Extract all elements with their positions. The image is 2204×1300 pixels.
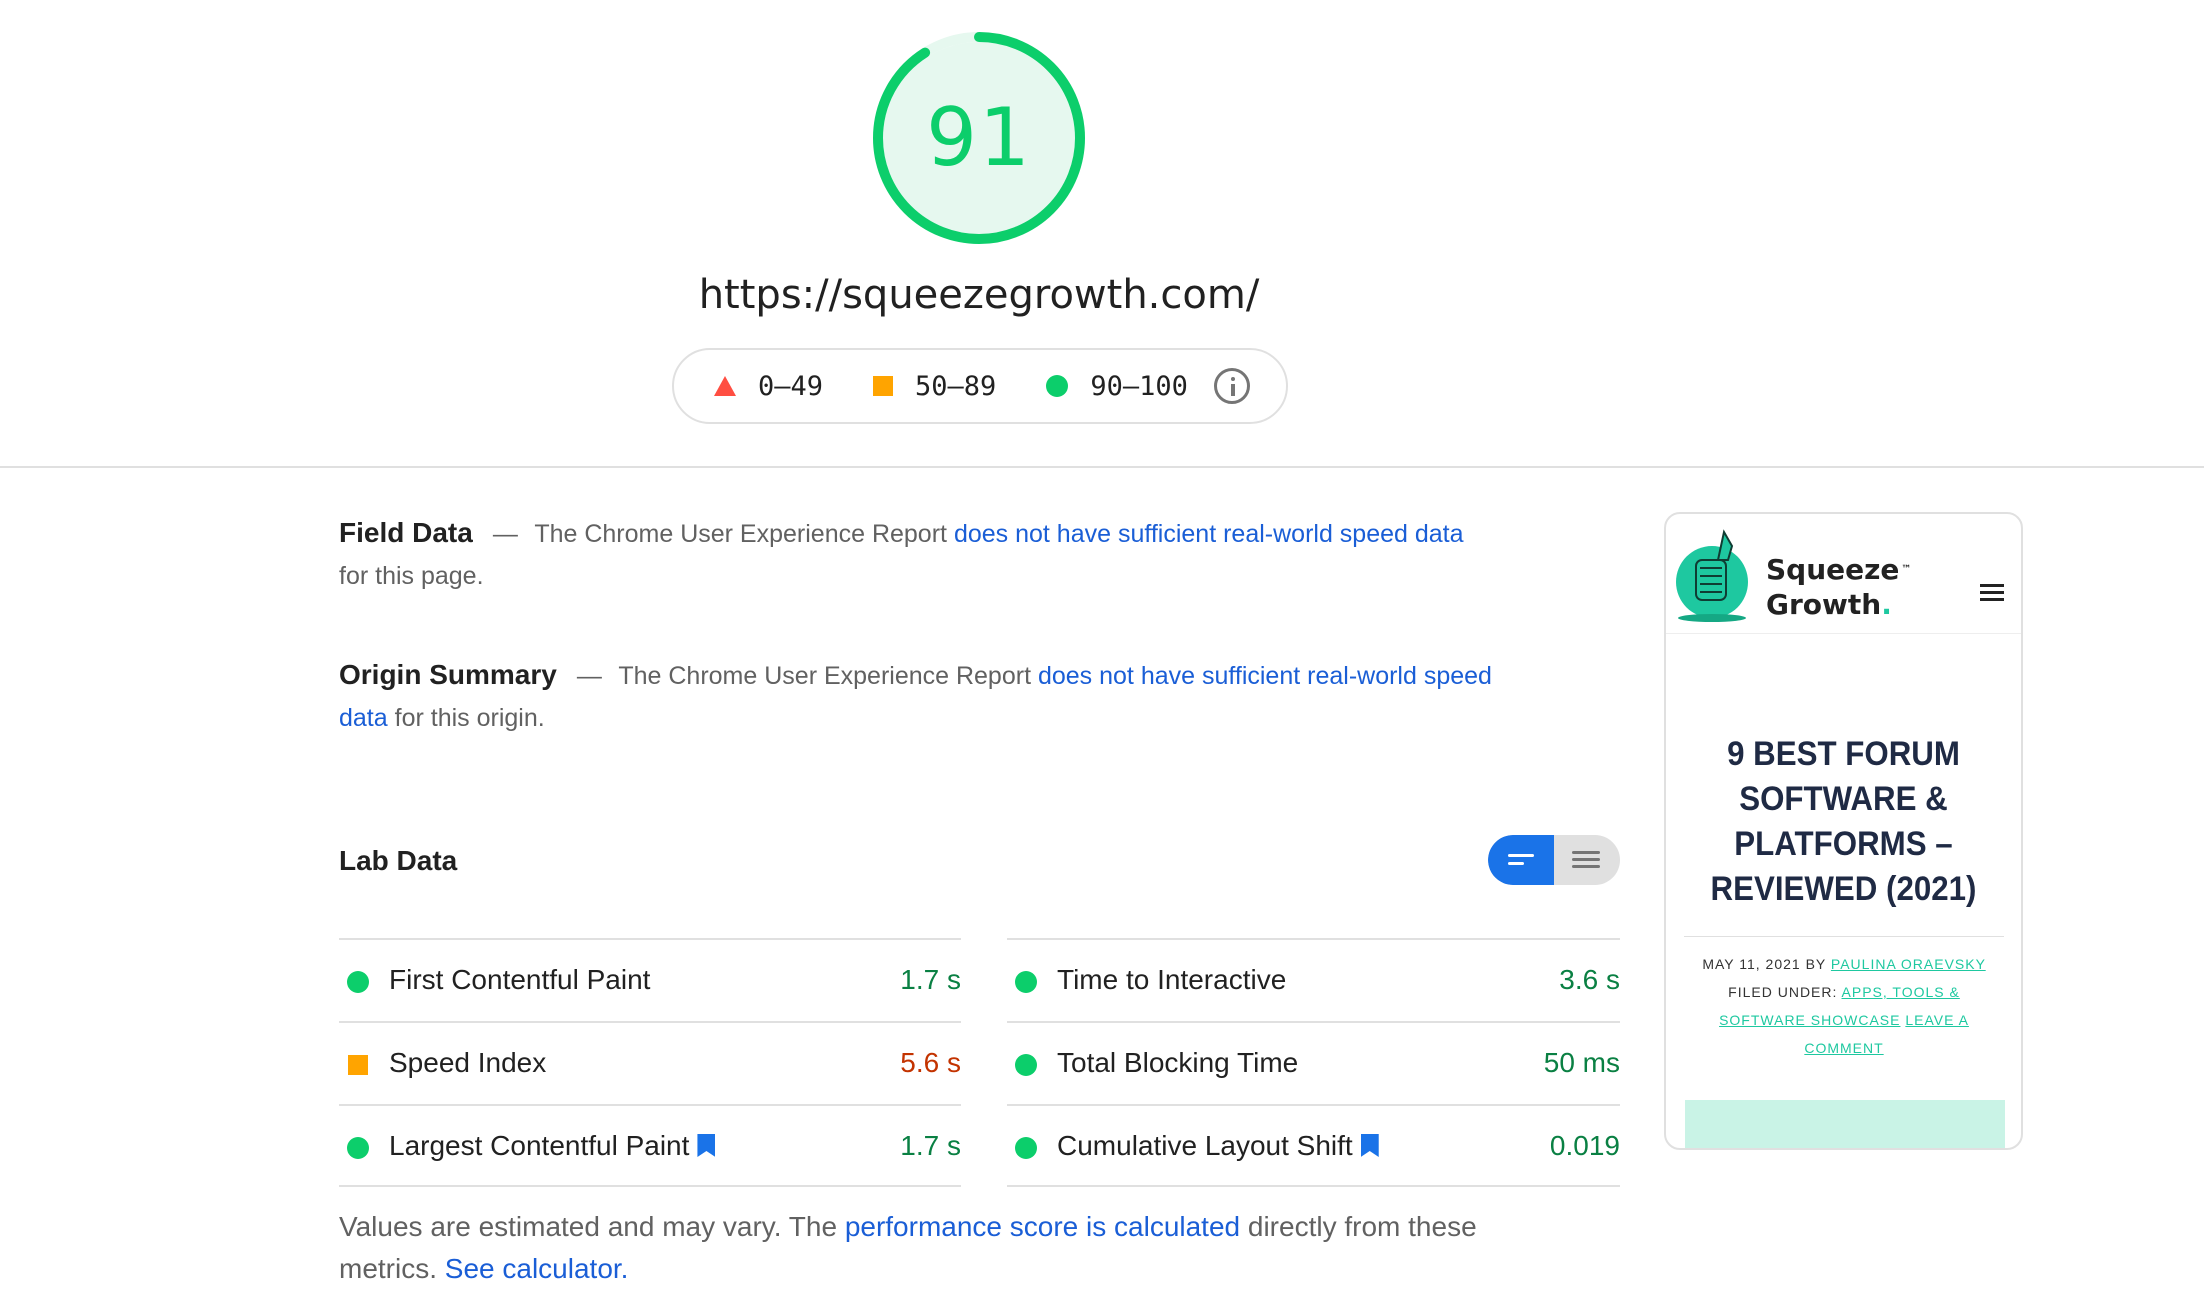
meta-divider (1684, 936, 2004, 937)
performance-score-link[interactable]: performance score is calculated (845, 1211, 1240, 1242)
header-divider (0, 466, 2204, 468)
meta-filed: FILED UNDER: (1728, 984, 1838, 1000)
score-scale-legend: 0–49 50–89 90–100 (672, 348, 1288, 424)
origin-summary-title: Origin Summary (339, 659, 557, 690)
field-data-title: Field Data (339, 517, 473, 548)
metric-label-wrap: Largest Contentful Paint (389, 1106, 716, 1185)
field-data-section: Field Data — The Chrome User Experience R… (339, 512, 1499, 597)
metric-first-contentful-paint: First Contentful Paint 1.7 s (339, 938, 961, 1021)
compact-view-icon-bar (1508, 862, 1524, 865)
pass-circle-icon (1015, 1137, 1037, 1159)
metric-total-blocking-time: Total Blocking Time 50 ms (1007, 1021, 1620, 1104)
metric-value: 1.7 s (900, 964, 961, 995)
performance-score-gauge: 91 (869, 28, 1089, 248)
brand-dot: . (1881, 588, 1892, 621)
metric-label: Total Blocking Time (1057, 1047, 1299, 1078)
metrics-right-column: Time to Interactive 3.6 s Total Blocking… (1007, 938, 1620, 1187)
site-brand: Squeeze ™ Growth. (1766, 552, 1911, 622)
origin-summary-text: The Chrome User Experience Report (618, 662, 1032, 690)
metric-speed-index: Speed Index 5.6 s (339, 1021, 961, 1104)
field-data-dash: — (492, 520, 518, 548)
square-icon (873, 376, 894, 396)
tested-url: https://squeezegrowth.com/ (698, 272, 1260, 318)
metric-label: Time to Interactive (1057, 964, 1287, 995)
triangle-icon (714, 376, 736, 396)
post-meta: MAY 11, 2021 BY PAULINA ORAEVSKY FILED U… (1686, 950, 2002, 1062)
origin-summary-section: Origin Summary — The Chrome User Experien… (339, 654, 1499, 739)
metric-value: 3.6 s (1559, 964, 1620, 995)
info-icon[interactable] (1213, 368, 1250, 404)
metric-time-to-interactive: Time to Interactive 3.6 s (1007, 938, 1620, 1021)
pass-circle-icon (1015, 1054, 1037, 1076)
see-calculator-link[interactable]: See calculator. (445, 1253, 629, 1284)
metric-label: Cumulative Layout Shift (1057, 1130, 1353, 1161)
metric-value: 0.019 (1549, 1130, 1620, 1161)
average-square-icon (348, 1055, 368, 1075)
pass-circle-icon (347, 971, 369, 993)
legend-pass: 90–100 (1046, 371, 1188, 402)
field-data-text: The Chrome User Experience Report (534, 520, 947, 548)
squeeze-growth-logo (1676, 529, 1748, 622)
legend-average-label: 50–89 (915, 370, 997, 402)
expanded-view-icon-bar (1572, 858, 1600, 861)
legend-fail: 0–49 (714, 371, 823, 402)
hamburger-menu-icon (1980, 584, 2004, 605)
metrics-view-toggle[interactable] (1488, 835, 1620, 885)
metric-value: 1.7 s (900, 1130, 961, 1161)
pass-circle-icon (347, 1137, 369, 1159)
bookmark-icon (1360, 1134, 1379, 1157)
compact-view-toggle-button[interactable] (1488, 835, 1554, 885)
final-screenshot-thumbnail: Squeeze ™ Growth. 9 BEST FORUM SOFTWARE &… (1664, 512, 2023, 1150)
origin-summary-text-after: for this origin. (394, 704, 545, 732)
bookmark-icon (697, 1134, 716, 1157)
metrics-left-column: First Contentful Paint 1.7 s Speed Index… (339, 938, 961, 1187)
post-title: 9 BEST FORUM SOFTWARE & PLATFORMS – REVI… (1710, 735, 1977, 908)
brand-line1: Squeeze (1766, 553, 1900, 586)
footnote-text: Values are estimated and may vary. The (339, 1211, 838, 1242)
brand-tm: ™ (1901, 564, 1912, 575)
compact-view-icon (1508, 854, 1534, 857)
legend-pass-label: 90–100 (1090, 370, 1188, 402)
lab-data-title: Lab Data (339, 845, 458, 876)
metric-largest-contentful-paint: Largest Contentful Paint 1.7 s (339, 1104, 961, 1187)
expanded-view-icon-bar (1572, 865, 1600, 868)
origin-summary-dash: — (576, 662, 602, 690)
field-data-text-after: for this page. (339, 562, 484, 590)
metric-label: First Contentful Paint (389, 964, 651, 995)
metric-value: 50 ms (1543, 1047, 1620, 1078)
metric-value: 5.6 s (900, 1047, 961, 1078)
site-header: Squeeze ™ Growth. (1666, 514, 2021, 634)
meta-author: PAULINA ORAEVSKY (1830, 956, 1986, 972)
lab-data-footnote: Values are estimated and may vary. The p… (339, 1206, 1539, 1290)
meta-date: MAY 11, 2021 BY (1702, 956, 1827, 972)
post-hero-image (1685, 1100, 2005, 1148)
metric-label: Speed Index (389, 1047, 547, 1078)
expanded-view-icon[interactable] (1572, 851, 1600, 854)
field-data-link[interactable]: does not have sufficient real-world spee… (954, 520, 1464, 548)
legend-fail-label: 0–49 (758, 370, 824, 402)
circle-icon (1046, 375, 1069, 397)
metric-cumulative-layout-shift: Cumulative Layout Shift 0.019 (1007, 1104, 1620, 1187)
brand-line2: Growth (1766, 588, 1882, 621)
performance-score-value: 91 (926, 91, 1032, 184)
metric-label-wrap: Cumulative Layout Shift (1057, 1106, 1379, 1185)
metric-label: Largest Contentful Paint (389, 1130, 690, 1161)
pass-circle-icon (1015, 971, 1037, 993)
legend-average: 50–89 (873, 371, 996, 402)
